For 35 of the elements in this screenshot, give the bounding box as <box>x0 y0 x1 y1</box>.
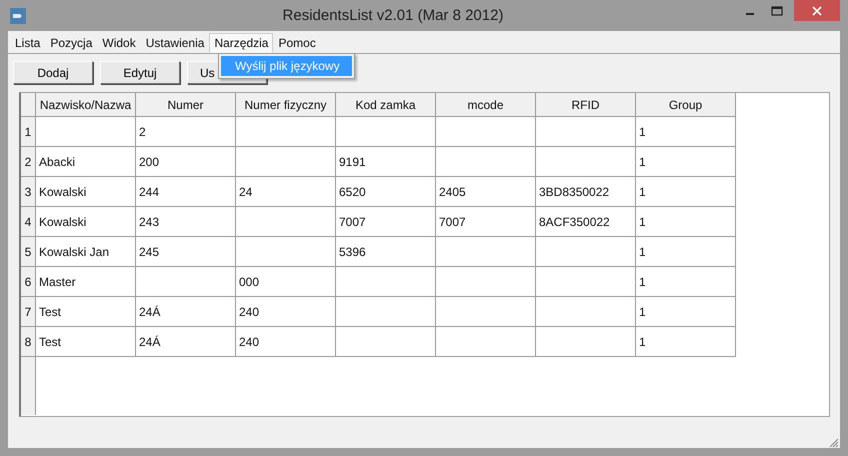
table-cell: 1 <box>636 267 736 297</box>
table-cell: Kowalski <box>36 177 136 207</box>
table-cell: 243 <box>136 207 236 237</box>
table-cell: 1 <box>636 237 736 267</box>
table-cell: 7007 <box>336 207 436 237</box>
table-cell: Master <box>36 267 136 297</box>
table-cell: 24 <box>236 177 336 207</box>
table-cell: Kowalski <box>36 207 136 237</box>
table-cell: 9191 <box>336 147 436 177</box>
table-cell: 000 <box>236 267 336 297</box>
table-cell: 5396 <box>336 237 436 267</box>
table-cell: 1 <box>636 117 736 147</box>
table-cell: 7007 <box>436 207 536 237</box>
table-cell: 6520 <box>336 177 436 207</box>
table-cell: 240 <box>236 327 336 357</box>
table-cell: 2 <box>136 117 236 147</box>
table-cell: 1 <box>636 297 736 327</box>
table-cell: 3BD8350022 <box>536 177 636 207</box>
table-cell: 24Á <box>136 327 236 357</box>
table-cell: 1 <box>636 207 736 237</box>
table-cell: 240 <box>236 297 336 327</box>
table-cell: Test <box>36 297 136 327</box>
table-cell: 244 <box>136 177 236 207</box>
table-cell: Kowalski Jan <box>36 237 136 267</box>
window-title: ResidentsList v2.01 (Mar 8 2012) <box>282 7 504 24</box>
table-cell: 1 <box>636 327 736 357</box>
table-cell: 200 <box>136 147 236 177</box>
table-cell: 24Á <box>136 297 236 327</box>
table-cell: Test <box>36 327 136 357</box>
table-cell: 2405 <box>436 177 536 207</box>
table-cell: 245 <box>136 237 236 267</box>
table-cell: 8ACF350022 <box>536 207 636 237</box>
table-cell: Abacki <box>36 147 136 177</box>
table-cell: 1 <box>636 147 736 177</box>
table-cell: 1 <box>636 177 736 207</box>
